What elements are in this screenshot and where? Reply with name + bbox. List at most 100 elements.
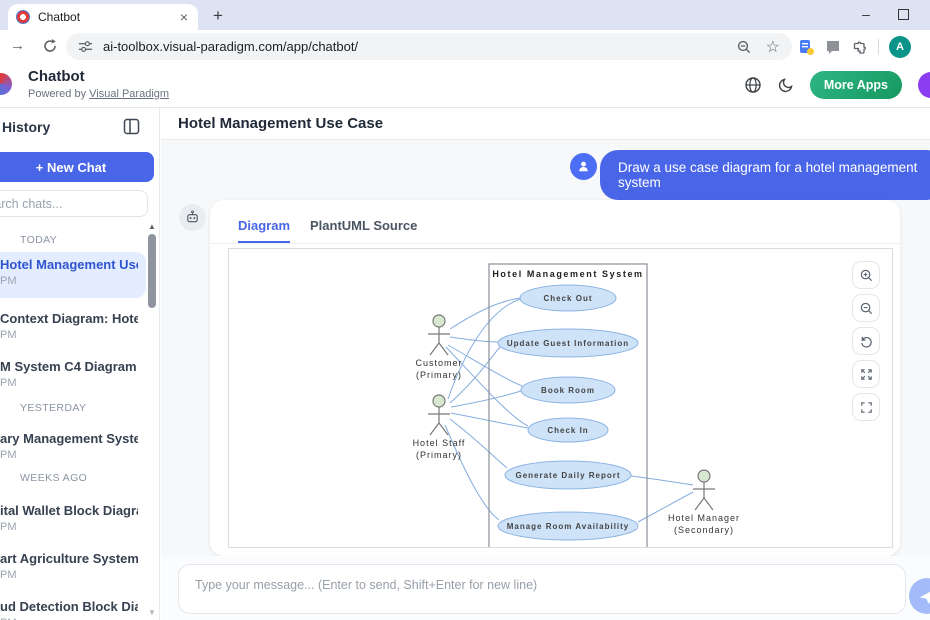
actor-customer	[428, 315, 450, 355]
scroll-up-icon[interactable]: ▲	[147, 222, 157, 231]
globe-icon[interactable]	[744, 76, 762, 94]
new-chat-button[interactable]: + New Chat	[0, 152, 154, 182]
chat-title: ud Detection Block Diagr...	[0, 599, 138, 614]
reload-icon[interactable]	[42, 38, 58, 54]
use-case-generate-report: Generate Daily Report	[515, 471, 620, 480]
extensions-puzzle-icon[interactable]	[851, 39, 868, 56]
actor-customer-name: Customer	[415, 358, 462, 368]
bookmark-star-icon[interactable]: ☆	[766, 37, 780, 57]
fit-to-screen-button[interactable]	[852, 360, 880, 388]
app-title: Chatbot	[28, 68, 85, 85]
visual-paradigm-link[interactable]: Visual Paradigm	[89, 88, 169, 100]
search-chats-input[interactable]	[0, 190, 148, 217]
actor-manager-name: Hotel Manager	[668, 513, 740, 523]
chat-title: M System C4 Diagram	[0, 359, 138, 374]
chat-time: PM	[0, 377, 138, 389]
actor-hotel-manager	[693, 470, 715, 510]
actor-staff-role: (Primary)	[416, 450, 462, 460]
url-text: ai-toolbox.visual-paradigm.com/app/chatb…	[103, 39, 736, 54]
site-settings-icon[interactable]	[78, 39, 93, 54]
dark-mode-moon-icon[interactable]	[778, 77, 794, 93]
section-label-today: TODAY	[0, 234, 57, 246]
chat-history-list: TODAY Hotel Management Use Case PM Conte…	[0, 220, 160, 620]
scroll-down-icon[interactable]: ▼	[147, 608, 157, 617]
forward-icon[interactable]: →	[10, 37, 25, 54]
actor-manager-role: (Secondary)	[674, 525, 734, 535]
zoom-in-icon	[859, 268, 874, 283]
actor-customer-role: (Primary)	[416, 370, 462, 380]
chat-time: PM	[0, 449, 138, 461]
actor-staff-name: Hotel Staff	[413, 438, 466, 448]
collapse-sidebar-icon[interactable]	[123, 118, 140, 135]
conversation-header: Hotel Management Use Case	[161, 108, 930, 140]
send-plane-icon	[919, 588, 930, 605]
fullscreen-button[interactable]	[852, 393, 880, 421]
extension-flag-icon[interactable]	[825, 39, 841, 55]
app-header: Chatbot Powered by Visual Paradigm More …	[0, 62, 930, 108]
use-case-update-guest: Update Guest Information	[507, 339, 629, 348]
message-composer	[161, 556, 930, 620]
favicon-icon	[16, 10, 30, 24]
chat-main-panel: Hotel Management Use Case Draw a use cas…	[161, 108, 930, 620]
user-avatar	[570, 153, 597, 180]
chat-time: PM	[0, 521, 138, 533]
zoom-out-icon	[859, 301, 874, 316]
chat-time: PM	[0, 329, 138, 341]
url-bar[interactable]: ai-toolbox.visual-paradigm.com/app/chatb…	[66, 33, 792, 60]
use-case-check-out: Check Out	[543, 294, 592, 303]
zoom-in-button[interactable]	[852, 261, 880, 289]
expand-arrows-icon	[859, 367, 874, 382]
chat-title: art Agriculture System Ar...	[0, 551, 138, 566]
new-tab-button[interactable]: +	[206, 4, 230, 28]
diagram-zoom-controls	[852, 261, 880, 421]
message-input[interactable]	[178, 564, 906, 614]
extension-docs-icon[interactable]	[798, 39, 815, 56]
chat-item-c4-diagram[interactable]: M System C4 Diagram PM	[0, 354, 146, 400]
use-case-diagram-canvas[interactable]: Hotel Management System Check Out Update…	[228, 248, 893, 548]
history-sidebar: History + New Chat TODAY Hotel Managemen…	[0, 108, 160, 620]
assistant-avatar	[179, 204, 206, 231]
tab-plantuml-source[interactable]: PlantUML Source	[310, 218, 417, 241]
page-zoom-icon[interactable]	[736, 39, 752, 55]
chat-item-fraud-detection[interactable]: ud Detection Block Diagr... PM	[0, 594, 146, 620]
person-icon	[576, 159, 591, 174]
sidebar-scrollbar[interactable]: ▲ ▼	[147, 220, 157, 620]
more-apps-button[interactable]: More Apps	[810, 71, 902, 99]
browser-tab[interactable]: Chatbot ×	[8, 4, 198, 30]
browser-navbar: → ai-toolbox.visual-paradigm.com/app/cha…	[0, 30, 930, 62]
use-case-check-in: Check In	[547, 426, 588, 435]
chat-item-digital-wallet[interactable]: ital Wallet Block Diagram PM	[0, 498, 146, 544]
fullscreen-icon	[859, 400, 874, 415]
chat-item-library-system[interactable]: ary Management System... PM	[0, 426, 146, 472]
scrollbar-thumb[interactable]	[148, 234, 156, 308]
app-user-avatar[interactable]	[918, 72, 930, 98]
chat-title: ital Wallet Block Diagram	[0, 503, 138, 518]
window-maximize-button[interactable]	[898, 9, 909, 20]
assistant-response-card: Diagram PlantUML Source	[210, 200, 900, 556]
chat-title: Context Diagram: Hotel ...	[0, 311, 138, 326]
send-button[interactable]	[909, 578, 930, 614]
robot-icon	[185, 210, 200, 225]
toolbar-separator	[878, 39, 879, 55]
reset-view-button[interactable]	[852, 327, 880, 355]
chat-title: ary Management System...	[0, 431, 138, 446]
tab-title: Chatbot	[38, 10, 178, 24]
chat-item-context-diagram[interactable]: Context Diagram: Hotel ... PM	[0, 306, 146, 352]
user-message-bubble: Draw a use case diagram for a hotel mana…	[600, 150, 930, 200]
chat-item-smart-agriculture[interactable]: art Agriculture System Ar... PM	[0, 546, 146, 592]
zoom-out-button[interactable]	[852, 294, 880, 322]
browser-tab-strip: Chatbot × + –	[0, 0, 930, 30]
app-logo-icon	[0, 73, 12, 95]
use-case-manage-rooms: Manage Room Availability	[507, 522, 630, 531]
powered-by: Powered by Visual Paradigm	[28, 88, 169, 100]
window-minimize-button[interactable]: –	[856, 2, 876, 26]
tab-close-icon[interactable]: ×	[178, 9, 190, 25]
chat-item-hotel-use-case[interactable]: Hotel Management Use Case PM	[0, 252, 146, 298]
tab-divider	[210, 243, 900, 244]
chat-title: Hotel Management Use Case	[0, 257, 138, 272]
section-label-yesterday: YESTERDAY	[0, 402, 86, 414]
chat-time: PM	[0, 569, 138, 581]
tab-diagram[interactable]: Diagram	[238, 218, 290, 243]
chat-time: PM	[0, 275, 138, 287]
browser-profile-avatar[interactable]: A	[889, 36, 911, 58]
